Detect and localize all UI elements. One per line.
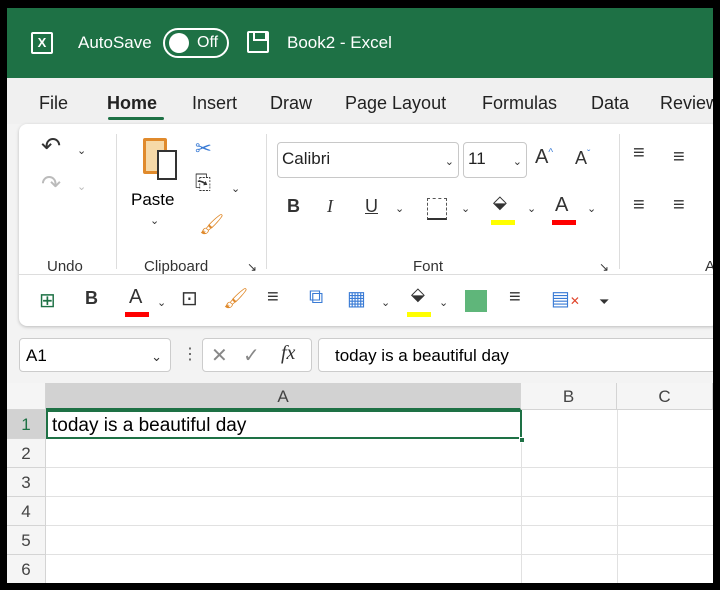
formula-input[interactable]: today is a beautiful day: [318, 338, 713, 372]
insert-sheet-icon[interactable]: ⊡: [181, 286, 198, 311]
undo-icon[interactable]: ↶: [41, 132, 61, 161]
cancel-icon[interactable]: ✕: [211, 343, 228, 368]
window-title: Book2 - Excel: [287, 33, 392, 52]
qat-bold-button[interactable]: B: [85, 288, 98, 309]
autosave-toggle[interactable]: Off: [163, 28, 229, 58]
ribbon: ↶ ⌄ ↷ ⌄ Undo Paste ⌄ ✂ ⎘ ⌄ 🖌 Clipboard ↘…: [19, 124, 713, 326]
cut-icon[interactable]: ✂: [195, 136, 212, 161]
tab-page-layout[interactable]: Page Layout: [345, 93, 446, 114]
chevron-down-icon[interactable]: ⌄: [77, 144, 86, 157]
chevron-down-icon[interactable]: ⌄: [527, 202, 536, 215]
chevron-down-icon: ⌄: [77, 181, 87, 193]
increase-font-icon[interactable]: A^: [535, 146, 553, 169]
row-header-4[interactable]: 4: [7, 497, 46, 526]
tab-formulas[interactable]: Formulas: [482, 93, 557, 114]
active-tab-underline: [108, 117, 164, 120]
font-size-select[interactable]: 11 ⌄: [463, 142, 527, 178]
autosave-label: AutoSave: [78, 33, 152, 52]
font-color-bar: [552, 220, 576, 225]
new-comment-icon[interactable]: ⊞: [39, 288, 56, 313]
column-header-b[interactable]: B: [521, 383, 617, 410]
chevron-down-icon[interactable]: ⌄: [587, 202, 596, 215]
format-painter-icon[interactable]: 🖌: [199, 212, 224, 237]
borders-icon[interactable]: [427, 198, 447, 220]
group-clipboard-label: Clipboard: [144, 258, 209, 275]
dialog-launcher-icon[interactable]: ↘: [247, 260, 257, 274]
select-all-corner[interactable]: [7, 383, 46, 410]
italic-button[interactable]: I: [327, 196, 333, 217]
chevron-down-icon[interactable]: ⌄: [439, 296, 448, 309]
qat-align-icon[interactable]: ≡: [509, 286, 521, 309]
object-icon[interactable]: ⧉: [309, 286, 323, 309]
row-header-2[interactable]: 2: [7, 439, 46, 468]
qat-center-icon[interactable]: ≡: [267, 286, 279, 309]
font-name-select[interactable]: Calibri ⌄: [277, 142, 459, 178]
enter-icon[interactable]: ✓: [243, 343, 260, 368]
name-box[interactable]: A1 ⌄: [19, 338, 171, 372]
qat-fill-color-icon[interactable]: ⬙: [411, 284, 425, 305]
fill-color-icon[interactable]: ⬙: [493, 192, 507, 213]
ribbon-tabs: File Home Insert Draw Page Layout Formul…: [7, 78, 713, 124]
cell-a1[interactable]: today is a beautiful day: [46, 410, 522, 439]
empty-cells[interactable]: [46, 439, 713, 583]
title-bar: X AutoSave Off Book2 - Excel: [7, 8, 713, 78]
save-icon[interactable]: [247, 31, 269, 53]
tab-file[interactable]: File: [39, 93, 68, 114]
bold-button[interactable]: B: [287, 196, 300, 217]
chevron-down-icon[interactable]: ⌄: [461, 202, 470, 215]
tab-draw[interactable]: Draw: [270, 93, 312, 114]
name-box-value: A1: [26, 346, 47, 365]
spreadsheet-grid: A B C 1 2 3 4 5 6 today is a beautiful d…: [7, 383, 713, 583]
align-center-icon[interactable]: ≡: [673, 194, 685, 217]
row-header-1[interactable]: 1: [7, 410, 46, 439]
paste-label[interactable]: Paste: [131, 190, 174, 210]
font-name-value: Calibri: [282, 149, 331, 168]
column-header-c[interactable]: C: [617, 383, 713, 410]
chevron-down-icon[interactable]: ⌄: [157, 296, 166, 309]
align-middle-icon[interactable]: ≡: [673, 146, 685, 169]
tab-data[interactable]: Data: [591, 93, 629, 114]
format-cells-icon[interactable]: ▦: [347, 286, 366, 311]
column-header-a[interactable]: A: [46, 383, 521, 410]
redo-icon: ↷: [41, 171, 62, 198]
underline-button[interactable]: U: [365, 196, 378, 217]
chevron-down-icon[interactable]: ⌄: [381, 296, 390, 309]
qat-font-color-icon[interactable]: A: [129, 286, 142, 309]
toggle-state: Off: [197, 34, 219, 51]
group-alignment-label: A: [705, 258, 713, 275]
delete-cells-icon[interactable]: ▤✕: [551, 286, 580, 311]
row-header-6[interactable]: 6: [7, 555, 46, 583]
copy-icon[interactable]: ⎘: [195, 172, 211, 195]
decrease-font-icon[interactable]: Aˇ: [575, 148, 590, 169]
chevron-down-icon[interactable]: ⌄: [395, 202, 404, 215]
qat-format-painter-icon[interactable]: 🖌: [223, 286, 248, 311]
font-color-icon[interactable]: A: [555, 194, 568, 217]
group-undo-label: Undo: [47, 258, 83, 275]
fill-color-bar: [491, 220, 515, 225]
font-size-value: 11: [468, 149, 486, 168]
formula-buttons: ✕ ✓ fx: [202, 338, 312, 372]
dialog-launcher-icon[interactable]: ↘: [599, 260, 609, 274]
green-fill-icon[interactable]: [465, 290, 487, 312]
excel-window: X AutoSave Off Book2 - Excel File Home I…: [7, 8, 713, 583]
row-header-5[interactable]: 5: [7, 526, 46, 555]
more-icon[interactable]: ⋮: [182, 344, 198, 364]
tab-insert[interactable]: Insert: [192, 93, 237, 114]
chevron-down-icon[interactable]: ⌄: [231, 182, 240, 195]
chevron-down-icon[interactable]: ⌄: [150, 214, 159, 227]
fill-handle[interactable]: [519, 437, 525, 443]
tab-review[interactable]: Review: [660, 93, 713, 114]
align-top-icon[interactable]: ≡: [633, 142, 645, 165]
formula-bar: A1 ⌄ ⋮ ✕ ✓ fx today is a beautiful day: [7, 338, 713, 372]
row-header-3[interactable]: 3: [7, 468, 46, 497]
group-font-label: Font: [413, 258, 444, 275]
align-left-icon[interactable]: ≡: [633, 194, 645, 217]
insert-function-button[interactable]: fx: [281, 342, 295, 365]
customize-qat-icon[interactable]: ⏷: [599, 294, 609, 310]
tab-home[interactable]: Home: [107, 93, 157, 114]
excel-logo-icon: X: [31, 32, 53, 54]
